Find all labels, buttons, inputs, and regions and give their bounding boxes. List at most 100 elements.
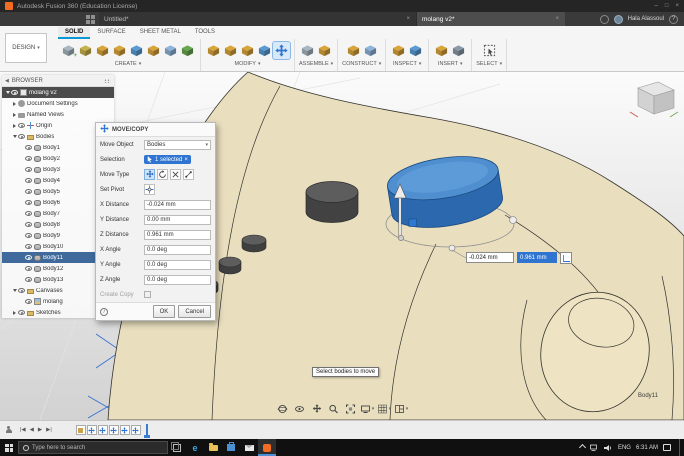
tab-list-icon[interactable]: [86, 14, 95, 24]
move-type-translate-button[interactable]: [144, 169, 155, 180]
hidden-icons-chevron[interactable]: [578, 443, 587, 452]
pattern-icon[interactable]: [179, 42, 196, 59]
visibility-eye-icon[interactable]: [25, 266, 32, 271]
minimize-button[interactable]: –: [655, 3, 658, 9]
chevron-right-icon[interactable]: [11, 113, 18, 117]
z-distance-inline-input[interactable]: 0.961 mm: [517, 252, 557, 263]
visibility-eye-icon[interactable]: [11, 90, 18, 95]
mail-icon[interactable]: [240, 439, 258, 456]
clear-selection-icon[interactable]: ×: [184, 157, 188, 163]
timeline-playback-button-1[interactable]: ◀: [28, 427, 36, 433]
measure-icon[interactable]: [390, 42, 407, 59]
visibility-eye-icon[interactable]: [25, 178, 32, 183]
combine-icon[interactable]: [256, 42, 273, 59]
close-button[interactable]: ×: [675, 3, 679, 9]
x-angle-input[interactable]: 0.0 deg: [144, 244, 211, 255]
grid-snaps-icon[interactable]: ▾: [378, 402, 392, 415]
tab-surface[interactable]: SURFACE: [90, 27, 132, 39]
collapse-panel-icon[interactable]: ◀: [5, 78, 9, 84]
offset-plane-icon[interactable]: [345, 42, 362, 59]
visibility-eye-icon[interactable]: [25, 299, 32, 304]
chevron-down-icon[interactable]: [11, 135, 18, 138]
tab-solid[interactable]: SOLID: [58, 27, 91, 39]
visibility-eye-icon[interactable]: [18, 310, 25, 315]
create-copy-checkbox[interactable]: [144, 291, 151, 298]
ribbon-group-dropdown-assemble[interactable]: ASSEMBLE ▾: [299, 61, 333, 67]
search-input[interactable]: Type here to search: [18, 441, 168, 454]
inline-axis-button[interactable]: [560, 252, 572, 264]
visibility-eye-icon[interactable]: [25, 277, 32, 282]
people-icon[interactable]: [4, 425, 13, 435]
cancel-button[interactable]: Cancel: [178, 305, 211, 318]
ribbon-group-dropdown-modify[interactable]: MODIFY ▾: [235, 61, 261, 67]
action-center-icon[interactable]: [663, 444, 671, 451]
decal-icon[interactable]: [433, 42, 450, 59]
visibility-eye-icon[interactable]: [25, 156, 32, 161]
ok-button[interactable]: OK: [152, 305, 176, 318]
ribbon-group-dropdown-create[interactable]: CREATE ▾: [115, 61, 141, 67]
chevron-down-icon[interactable]: [4, 91, 11, 94]
browser-item-named-views[interactable]: Named Views: [2, 109, 114, 120]
browser-item-document-settings[interactable]: Document Settings: [2, 98, 114, 109]
visibility-eye-icon[interactable]: [25, 167, 32, 172]
create-sketch-icon[interactable]: [77, 42, 94, 59]
ribbon-group-dropdown-construct[interactable]: CONSTRUCT ▾: [342, 61, 381, 67]
select-icon[interactable]: [481, 42, 498, 59]
visibility-eye-icon[interactable]: [25, 255, 32, 260]
selection-chip[interactable]: 1 selected ×: [144, 155, 191, 164]
move-type-free-button[interactable]: [170, 169, 181, 180]
avatar[interactable]: [613, 14, 623, 24]
visibility-eye-icon[interactable]: [25, 233, 32, 238]
move-copy-icon[interactable]: [272, 40, 291, 60]
ribbon-group-dropdown-inspect[interactable]: INSPECT ▾: [393, 61, 421, 67]
document-tab-molang-v2[interactable]: molang v2* ×: [417, 12, 565, 26]
browser-item-molang-v2[interactable]: molang v2: [2, 87, 114, 98]
chevron-down-icon[interactable]: [11, 289, 18, 292]
x-distance-input[interactable]: -0.024 mm: [144, 199, 211, 210]
timeline-playback-button-2[interactable]: ▶: [36, 427, 44, 433]
timeline-playback-button-0[interactable]: |◀: [18, 427, 28, 433]
timeline-move-feature[interactable]: [86, 425, 97, 435]
z-distance-input[interactable]: 0.961 mm: [144, 229, 211, 240]
chevron-right-icon[interactable]: [11, 102, 18, 106]
close-tab-icon[interactable]: ×: [405, 16, 411, 22]
insert-mesh-icon[interactable]: [450, 42, 467, 59]
tab-tools[interactable]: TOOLS: [188, 27, 222, 39]
construct-axis-icon[interactable]: [362, 42, 379, 59]
visibility-eye-icon[interactable]: [25, 244, 32, 249]
move-type-point-button[interactable]: [183, 169, 194, 180]
primitive-box-icon[interactable]: [145, 42, 162, 59]
visibility-eye-icon[interactable]: [25, 200, 32, 205]
visibility-eye-icon[interactable]: [25, 211, 32, 216]
timeline-sketch-feature[interactable]: [75, 425, 86, 435]
visibility-eye-icon[interactable]: [25, 222, 32, 227]
extrude-icon[interactable]: [94, 42, 111, 59]
clock[interactable]: 6:31 AM: [636, 445, 658, 451]
fit-icon[interactable]: [344, 402, 358, 415]
pan-icon[interactable]: [310, 402, 324, 415]
new-component-icon[interactable]: +: [60, 42, 77, 59]
tab-sheet-metal[interactable]: SHEET METAL: [133, 27, 188, 39]
timeline-position-marker[interactable]: [143, 423, 150, 438]
user-name[interactable]: Hala Alassoul: [628, 16, 664, 22]
x-distance-inline-input[interactable]: -0.024 mm: [466, 252, 514, 263]
drag-handle-icon[interactable]: [104, 78, 111, 83]
info-icon[interactable]: i: [100, 307, 108, 316]
sweep-icon[interactable]: [128, 42, 145, 59]
set-pivot-button[interactable]: [144, 184, 155, 195]
visibility-eye-icon[interactable]: [18, 123, 25, 128]
maximize-button[interactable]: □: [665, 3, 669, 9]
close-tab-icon[interactable]: ×: [554, 16, 560, 22]
task-view-button[interactable]: [168, 439, 186, 456]
store-icon[interactable]: [222, 439, 240, 456]
move-object-select[interactable]: Bodies ▾: [144, 139, 211, 150]
job-status-icon[interactable]: [599, 14, 609, 24]
timeline-move-feature[interactable]: [119, 425, 130, 435]
edge-icon[interactable]: e: [186, 439, 204, 456]
language-indicator[interactable]: ENG: [618, 445, 631, 451]
workspace-selector[interactable]: DESIGN ▾: [5, 33, 47, 63]
document-tab-untitled[interactable]: Untitled* ×: [99, 12, 417, 26]
press-pull-icon[interactable]: [205, 42, 222, 59]
viewports-icon[interactable]: ▾: [395, 402, 409, 415]
volume-icon[interactable]: [603, 444, 613, 452]
